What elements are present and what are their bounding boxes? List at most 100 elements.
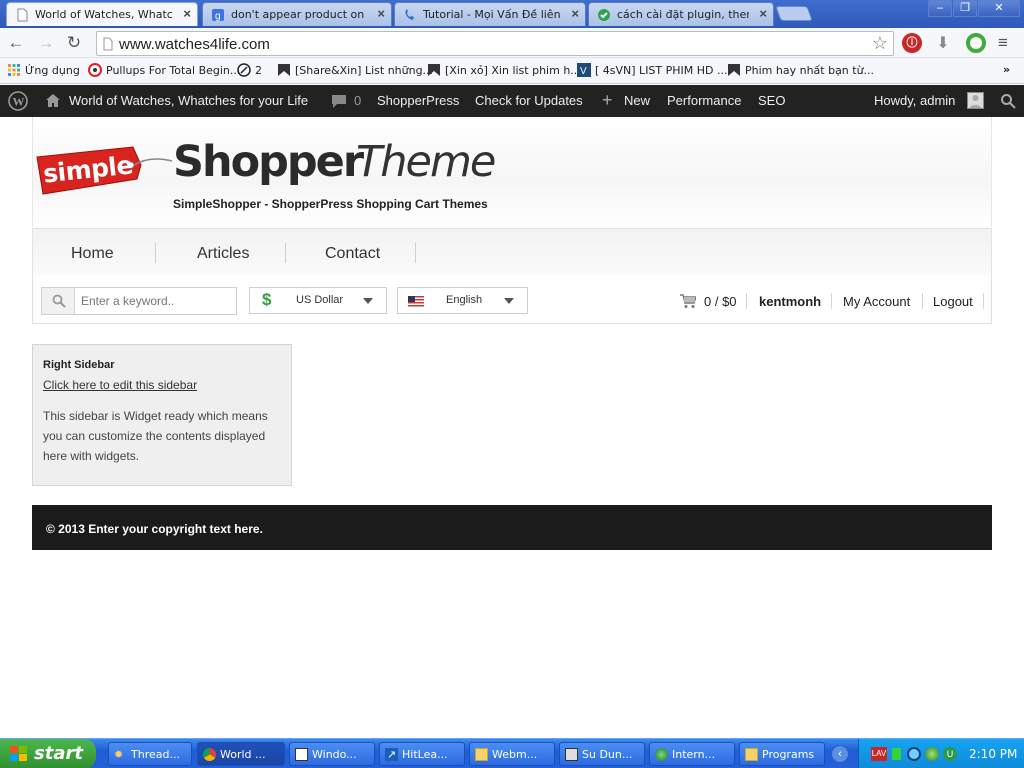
chevron-down-icon <box>504 298 514 304</box>
close-icon[interactable]: × <box>571 6 579 21</box>
task-webm[interactable]: Webm... <box>469 742 555 766</box>
bookmark-label: Pullups For Total Begin... <box>106 64 241 77</box>
performance-link[interactable]: Performance <box>667 93 741 108</box>
svg-text:g: g <box>215 11 221 22</box>
new-tab-button[interactable] <box>775 6 813 21</box>
adblock-extension-icon[interactable]: ⓘ <box>902 33 922 53</box>
browser-toolbar: ← → ↻ www.watches4life.com ☆ ⓘ ⬇ ≡ <box>0 28 1024 58</box>
lav-icon[interactable]: LAV <box>871 747 887 761</box>
menu-home[interactable]: Home <box>71 245 114 263</box>
bookmark-4svn[interactable]: V [ 4sVN] LIST PHIM HD ... <box>577 63 728 77</box>
close-icon[interactable]: × <box>183 6 191 21</box>
download-extension-icon[interactable]: ⬇ <box>933 33 953 53</box>
task-hitleap[interactable]: ↗ HitLea... <box>379 742 465 766</box>
currency-value: US Dollar <box>296 294 344 306</box>
svg-text:W: W <box>13 95 25 109</box>
refresh-extension-icon[interactable] <box>966 33 986 53</box>
new-content-link[interactable]: New <box>624 93 650 108</box>
tab-google[interactable]: g don't appear product on shop × <box>202 2 392 26</box>
site-title-link[interactable]: World of Watches, Whatches for your Life <box>69 93 308 108</box>
bookmark-xin-xo[interactable]: [Xin xỏ] Xin list phim h... <box>427 63 581 77</box>
edit-sidebar-link[interactable]: Click here to edit this sidebar <box>43 378 197 392</box>
film-icon <box>565 748 578 761</box>
check-updates-link[interactable]: Check for Updates <box>475 93 583 108</box>
copyright-text: © 2013 Enter your copyright text here. <box>46 522 263 536</box>
menu-contact[interactable]: Contact <box>325 245 380 263</box>
window-close-button[interactable]: ✕ <box>978 0 1020 17</box>
page-icon <box>103 37 113 51</box>
divider <box>922 293 923 309</box>
tab-cai-dat-plugin[interactable]: cách cài đặt plugin, themes v × <box>588 2 774 26</box>
globe-tray-icon[interactable] <box>925 747 939 761</box>
comments-count[interactable]: 0 <box>354 93 361 108</box>
reload-icon[interactable]: ↻ <box>64 33 84 53</box>
bookmark-phim-hay[interactable]: Phim hay nhất bạn từ... <box>727 63 874 77</box>
minimize-button[interactable]: – <box>928 0 952 17</box>
logout-link[interactable]: Logout <box>933 294 973 309</box>
chrome-icon <box>203 748 216 761</box>
folder-icon <box>475 748 488 761</box>
task-programs[interactable]: Programs <box>739 742 825 766</box>
cart-icon[interactable] <box>679 294 696 309</box>
chevron-left-icon[interactable]: ‹ <box>831 745 849 763</box>
bookmark-apps[interactable]: Ứng dụng <box>7 63 80 77</box>
my-account-link[interactable]: My Account <box>843 294 910 309</box>
menu-divider <box>285 243 286 263</box>
task-su-dung[interactable]: Su Dun... <box>559 742 645 766</box>
task-internet[interactable]: Intern... <box>649 742 735 766</box>
url-text: www.watches4life.com <box>119 36 270 53</box>
network-icon[interactable] <box>907 747 921 761</box>
task-thread[interactable]: ✹ Thread... <box>108 742 192 766</box>
logo-word-theme: Theme <box>356 137 496 187</box>
search-box <box>41 287 237 315</box>
avatar[interactable] <box>967 92 984 109</box>
sidebar-text: This sidebar is Widget ready which means… <box>43 409 268 463</box>
cart-total[interactable]: 0 / $0 <box>704 294 737 309</box>
system-tray: LAV U 2:10 PM <box>858 739 1024 768</box>
tab-world-of-watches[interactable]: World of Watches, Whatche × <box>6 2 198 26</box>
comment-icon[interactable] <box>331 94 347 109</box>
bookmark-2[interactable]: 2 <box>237 63 262 77</box>
bm-flag-icon <box>278 64 290 76</box>
windows-logo-icon <box>10 746 27 761</box>
shopperpress-link[interactable]: ShopperPress <box>377 93 459 108</box>
back-arrow-icon[interactable]: ← <box>6 33 26 53</box>
green-status-icon[interactable] <box>892 748 901 760</box>
close-icon[interactable]: × <box>759 6 767 21</box>
update-icon[interactable]: U <box>943 747 957 761</box>
currency-select[interactable]: $ US Dollar <box>249 287 387 314</box>
username-link[interactable]: kentmonh <box>759 294 821 309</box>
restore-button[interactable]: ❐ <box>953 0 977 17</box>
wordpress-logo-icon[interactable]: W <box>8 91 28 111</box>
bm-flag-icon <box>728 64 740 76</box>
tab-tutorial[interactable]: Tutorial - Mọi Vấn Đề liên qua × <box>394 2 586 26</box>
bookmark-share-xin[interactable]: [Share&Xin] List những... <box>277 63 433 77</box>
search-icon[interactable] <box>1000 93 1016 109</box>
task-label: HitLea... <box>402 748 448 761</box>
site-tagline: SimpleShopper - ShopperPress Shopping Ca… <box>173 197 488 211</box>
clock[interactable]: 2:10 PM <box>969 747 1017 761</box>
logo[interactable]: simple <box>35 145 173 197</box>
forward-arrow-icon[interactable]: → <box>36 33 56 53</box>
bookmark-pullups[interactable]: Pullups For Total Begin... <box>88 63 240 77</box>
bookmarks-more-button[interactable]: » <box>1003 63 1010 76</box>
star-icon[interactable]: ☆ <box>872 33 888 54</box>
search-input[interactable] <box>76 288 234 314</box>
task-label: Intern... <box>672 748 716 761</box>
pullups-icon <box>88 63 102 77</box>
language-select[interactable]: English <box>397 287 528 314</box>
task-world[interactable]: World ... <box>197 742 285 766</box>
shop-toolbar: $ US Dollar English 0 / $0 kentmonh My A… <box>32 276 992 324</box>
address-bar[interactable]: www.watches4life.com ☆ <box>96 31 894 56</box>
arrow-icon: ↗ <box>385 748 398 761</box>
task-label: Programs <box>762 748 815 761</box>
seo-link[interactable]: SEO <box>758 93 785 108</box>
menu-articles[interactable]: Articles <box>197 245 249 263</box>
chevron-down-icon <box>363 298 373 304</box>
close-icon[interactable]: × <box>377 6 385 21</box>
howdy-admin[interactable]: Howdy, admin <box>874 93 955 108</box>
task-windows[interactable]: Windo... <box>289 742 375 766</box>
start-button[interactable]: start <box>0 739 96 768</box>
search-button[interactable] <box>42 288 75 314</box>
menu-icon[interactable]: ≡ <box>998 34 1016 52</box>
